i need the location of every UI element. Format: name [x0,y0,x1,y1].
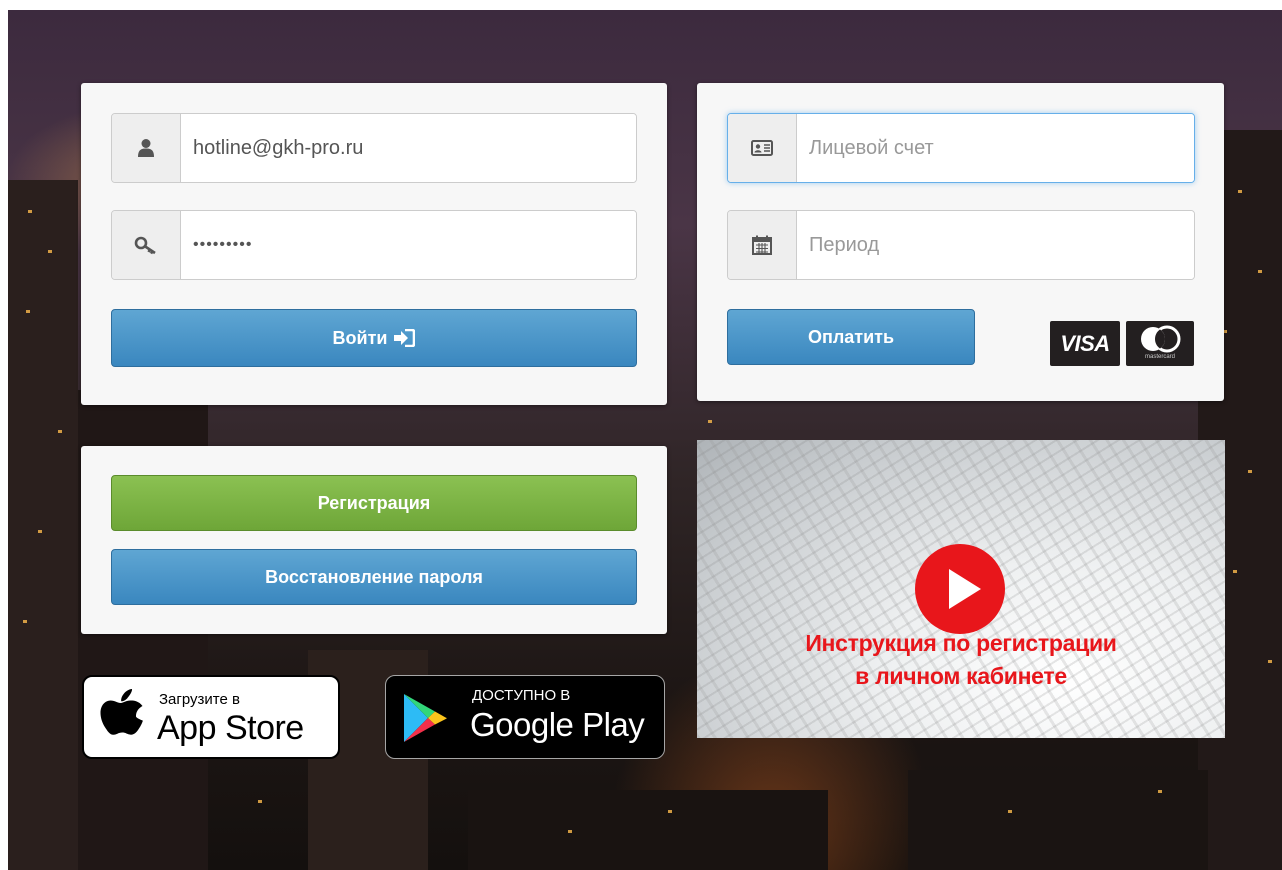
password-input[interactable] [181,211,636,279]
period-input-group [727,210,1195,280]
login-button[interactable]: Войти [111,309,637,367]
user-icon [112,114,181,182]
id-card-icon [728,114,797,182]
login-panel: Войти [81,83,667,405]
account-input-group [727,113,1195,183]
googleplay-badge[interactable]: ДОСТУПНО В Google Play [385,675,665,759]
google-play-icon [402,692,448,749]
account-actions-panel: Регистрация Восстановление пароля [81,446,667,634]
register-button[interactable]: Регистрация [111,475,637,531]
calendar-icon [728,211,797,279]
video-caption-line1: Инструкция по регистрации [805,630,1117,656]
apple-icon [100,689,144,746]
video-caption-line2: в личном кабинете [855,663,1067,689]
account-input[interactable] [797,114,1194,182]
register-button-label: Регистрация [317,492,431,513]
period-input[interactable] [797,211,1194,279]
login-input[interactable] [181,114,636,182]
payment-panel: Оплатить VISA mastercard [697,83,1224,401]
googleplay-small-text: ДОСТУПНО В [472,687,571,704]
visa-logo: VISA [1050,321,1120,366]
restore-password-button[interactable]: Восстановление пароля [111,549,637,605]
play-icon[interactable] [915,544,1005,639]
registration-video[interactable]: Инструкция по регистрации в личном кабин… [697,440,1225,738]
sign-in-icon [393,329,416,347]
password-input-group [111,210,637,280]
appstore-big-text: App Store [157,709,304,747]
restore-password-button-label: Восстановление пароля [265,566,483,587]
pay-button-label: Оплатить [807,326,895,347]
login-button-label: Войти [332,327,388,348]
mastercard-logo: mastercard [1126,321,1194,366]
key-icon [112,211,181,279]
googleplay-big-text: Google Play [470,706,645,743]
pay-button[interactable]: Оплатить [727,309,975,365]
appstore-small-text: Загрузите в [159,691,240,708]
appstore-badge[interactable]: Загрузите в App Store [82,675,340,759]
login-input-group [111,113,637,183]
